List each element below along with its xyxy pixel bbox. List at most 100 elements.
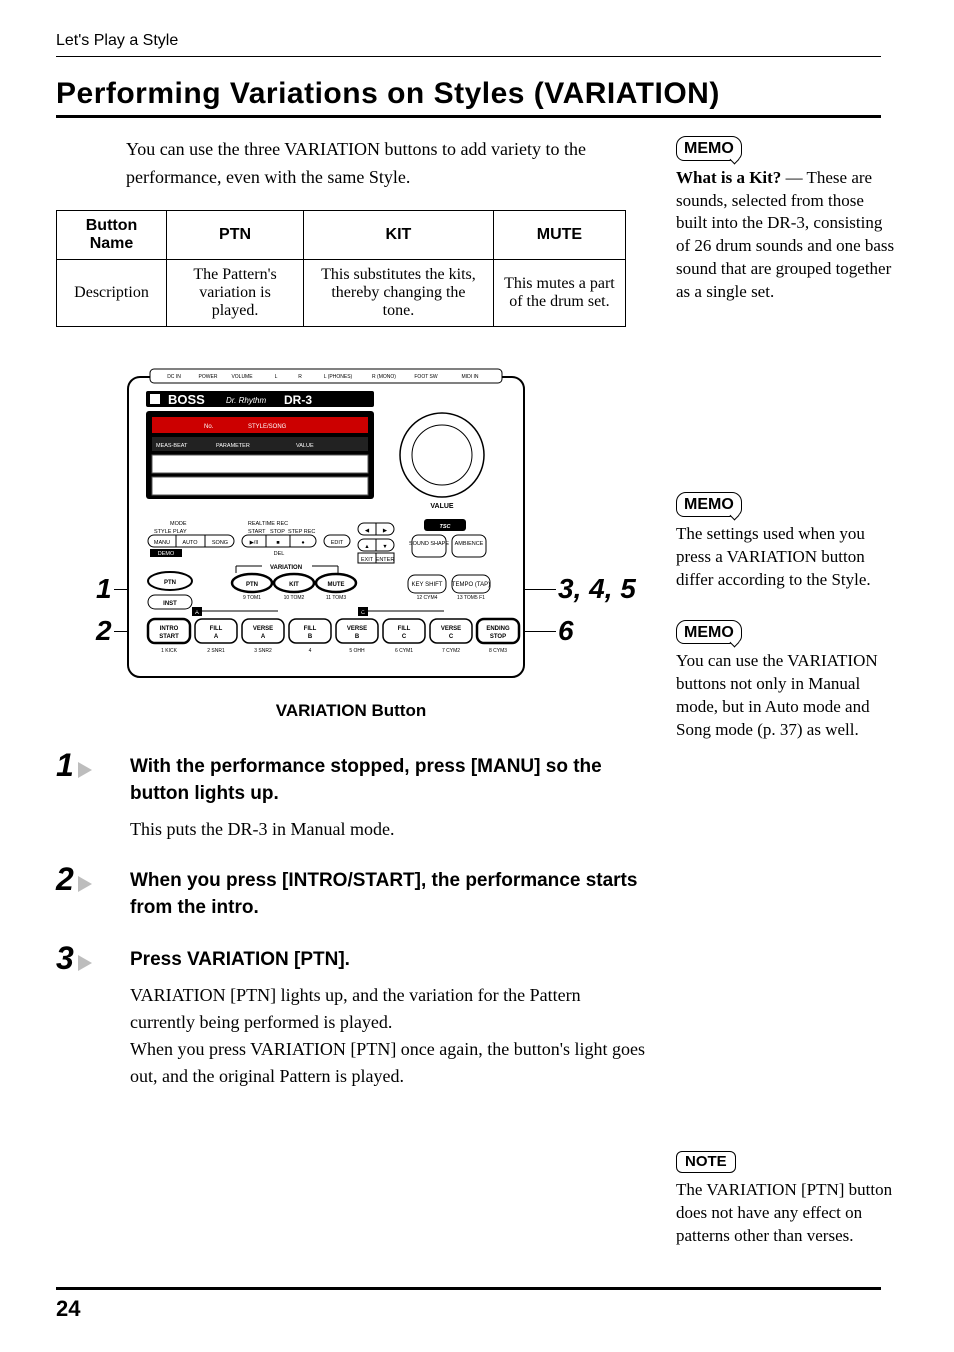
svg-text:C: C [449, 634, 454, 640]
svg-text:No.: No. [204, 424, 214, 430]
svg-text:VOLUME: VOLUME [231, 374, 253, 380]
svg-text:BOSS: BOSS [168, 392, 205, 407]
intro-text: You can use the three VARIATION buttons … [126, 136, 646, 192]
svg-text:STOP: STOP [270, 529, 285, 535]
step-number: 3 [56, 940, 92, 977]
svg-text:ENDING: ENDING [486, 626, 510, 632]
device-figure: 1 2 3, 4, 5 6 DC IN POWER VOLUME [56, 363, 646, 723]
th-ptn: PTN [167, 210, 304, 259]
svg-text:8 CYM3: 8 CYM3 [489, 648, 507, 654]
svg-text:B: B [355, 634, 360, 640]
step-heading: With the performance stopped, press [MAN… [130, 753, 646, 808]
svg-text:●: ● [301, 540, 304, 546]
memo-1: MEMO What is a Kit? — These are sounds, … [676, 136, 898, 304]
page-title: Performing Variations on Styles (VARIATI… [56, 77, 898, 111]
svg-text:STYLE PLAY: STYLE PLAY [154, 529, 187, 535]
svg-text:VERSE: VERSE [347, 626, 367, 632]
svg-text:SOUND SHAPE: SOUND SHAPE [409, 541, 449, 547]
svg-text:9 TOM1: 9 TOM1 [243, 595, 261, 601]
step-body: This puts the DR-3 in Manual mode. [130, 816, 646, 843]
svg-text:VERSE: VERSE [441, 626, 461, 632]
svg-text:R: R [298, 374, 302, 380]
svg-text:4: 4 [309, 648, 312, 654]
svg-text:ENTER: ENTER [376, 557, 395, 563]
svg-text:PARAMETER: PARAMETER [216, 443, 250, 449]
svg-text:STOP: STOP [490, 634, 506, 640]
running-head: Let's Play a Style [56, 32, 898, 50]
figure-caption: VARIATION Button [56, 701, 646, 721]
svg-text:VERSE: VERSE [253, 626, 273, 632]
svg-text:MODE: MODE [170, 521, 187, 527]
svg-text:5 OHH: 5 OHH [349, 648, 365, 654]
memo-3: MEMO You can use the VARIATION buttons n… [676, 620, 898, 742]
svg-text:A: A [214, 634, 219, 640]
memo-icon: MEMO [676, 136, 742, 161]
memo-icon: MEMO [676, 620, 742, 645]
svg-text:C: C [402, 634, 407, 640]
svg-text:6 CYM1: 6 CYM1 [395, 648, 413, 654]
svg-text:FILL: FILL [304, 626, 317, 632]
callout-345: 3, 4, 5 [558, 573, 636, 605]
memo-text: You can use the VARIATION buttons not on… [676, 650, 898, 742]
svg-text:VARIATION: VARIATION [270, 565, 302, 571]
svg-text:KIT: KIT [289, 582, 299, 588]
svg-text:10 TOM2: 10 TOM2 [284, 595, 305, 601]
step-2: 2 When you press [INTRO/START], the perf… [56, 867, 646, 922]
divider [56, 56, 881, 57]
memo-2: MEMO The settings used when you press a … [676, 492, 898, 591]
svg-text:AUTO: AUTO [182, 540, 198, 546]
svg-text:EXIT: EXIT [361, 557, 374, 563]
th-kit: KIT [304, 210, 494, 259]
svg-text:▼: ▼ [382, 544, 387, 550]
svg-text:PTN: PTN [246, 582, 258, 588]
memo-icon: MEMO [676, 492, 742, 517]
step-body: VARIATION [PTN] lights up, and the varia… [130, 982, 646, 1090]
svg-text:FOOT SW: FOOT SW [414, 374, 438, 380]
memo-text: What is a Kit? — These are sounds, selec… [676, 167, 898, 305]
svg-text:DEMO: DEMO [158, 551, 175, 557]
svg-text:MUTE: MUTE [328, 582, 345, 588]
note-icon: NOTE [676, 1151, 736, 1173]
memo-text: The settings used when you press a VARIA… [676, 523, 898, 592]
step-1: 1 With the performance stopped, press [M… [56, 753, 646, 843]
callout-6: 6 [558, 615, 574, 647]
svg-text:■: ■ [276, 540, 279, 546]
svg-text:1 KICK: 1 KICK [161, 648, 178, 654]
step-number: 2 [56, 861, 92, 898]
td-description-label: Description [57, 259, 167, 326]
td-ptn: The Pattern's variation is played. [167, 259, 304, 326]
svg-text:A: A [261, 634, 266, 640]
svg-text:Dr. Rhythm: Dr. Rhythm [226, 396, 266, 405]
divider [56, 1287, 881, 1290]
svg-text:TSC: TSC [440, 524, 452, 530]
svg-text:L (PHONES): L (PHONES) [324, 374, 353, 380]
variation-table: Button Name PTN KIT MUTE Description The… [56, 210, 626, 327]
svg-text:START: START [248, 529, 266, 535]
svg-text:MEAS-BEAT: MEAS-BEAT [156, 443, 188, 449]
svg-text:TEMPO (TAP): TEMPO (TAP) [452, 582, 490, 588]
svg-text:REALTIME REC: REALTIME REC [248, 521, 288, 527]
svg-text:B: B [308, 634, 313, 640]
svg-text:3 SNR2: 3 SNR2 [254, 648, 272, 654]
step-number: 1 [56, 747, 92, 784]
divider [56, 115, 881, 118]
svg-text:STYLE/SONG: STYLE/SONG [248, 424, 287, 430]
td-mute: This mutes a part of the drum set. [493, 259, 625, 326]
svg-text:KEY SHIFT: KEY SHIFT [412, 582, 443, 588]
svg-text:FILL: FILL [398, 626, 411, 632]
svg-text:13 TOM5 F1: 13 TOM5 F1 [457, 595, 485, 601]
th-mute: MUTE [493, 210, 625, 259]
svg-text:▲: ▲ [364, 544, 369, 550]
svg-text:POWER: POWER [199, 374, 218, 380]
page-number: 24 [56, 1296, 80, 1322]
svg-text:▶/II: ▶/II [250, 540, 259, 546]
svg-text:MANU: MANU [154, 540, 170, 546]
callout-2: 2 [96, 615, 112, 647]
svg-text:2 SNR1: 2 SNR1 [207, 648, 225, 654]
svg-text:VALUE: VALUE [296, 443, 314, 449]
callout-1: 1 [96, 573, 112, 605]
step-heading: When you press [INTRO/START], the perfor… [130, 867, 646, 922]
svg-text:11 TOM3: 11 TOM3 [326, 595, 347, 601]
svg-text:EDIT: EDIT [331, 540, 344, 546]
svg-text:FILL: FILL [210, 626, 223, 632]
